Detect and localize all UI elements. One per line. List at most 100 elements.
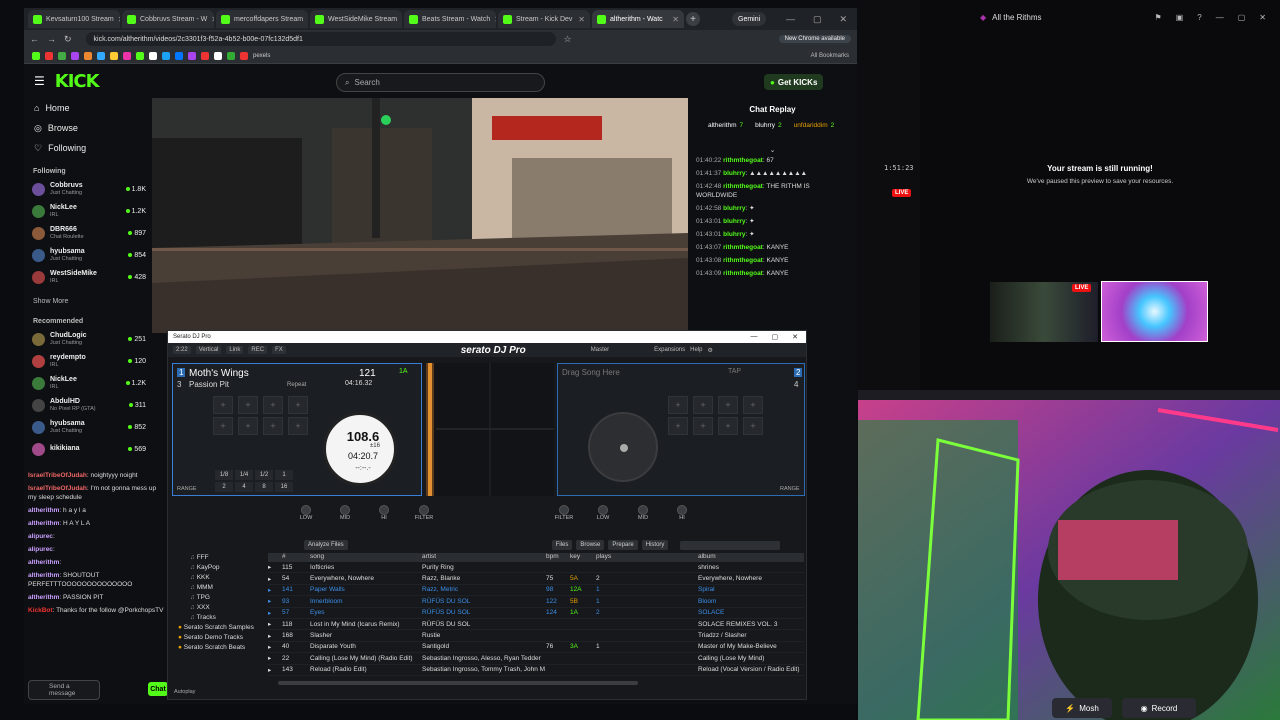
eq-knob[interactable]: FILTER	[552, 505, 576, 521]
channel-item[interactable]: WestSideMike IRL 428	[24, 266, 152, 288]
column-header[interactable]: bpm	[546, 553, 570, 562]
table-row[interactable]: ▸ 57 Eyes RÜFÜS DU SOL 124 1A 2 SOLACE	[268, 608, 804, 619]
platter[interactable]: 108.6 ±16 04:20.7 --:--.-	[323, 412, 397, 486]
gemini-button[interactable]: Gemini	[732, 12, 767, 26]
bookmark-pexels[interactable]: pexels	[253, 53, 270, 59]
horizontal-scrollbar[interactable]	[278, 681, 638, 685]
range-label[interactable]: RANGE	[177, 486, 197, 492]
close-icon[interactable]: ✕	[792, 333, 798, 341]
channel-item[interactable]: NickLee IRL 1.2K	[24, 372, 152, 394]
sidebar-item-browse[interactable]: ◎ Browse	[24, 118, 152, 138]
chat-username[interactable]: bluhrry	[723, 170, 745, 177]
chat-username[interactable]: KickBot	[28, 607, 53, 614]
layout-select[interactable]: Vertical	[195, 346, 222, 354]
column-header[interactable]: plays	[596, 553, 698, 562]
cue-pad[interactable]: +	[743, 396, 763, 414]
get-kicks-button[interactable]: ● Get KICKs	[764, 74, 824, 90]
chat-username[interactable]: rithmthegoat	[723, 183, 763, 190]
chat-username[interactable]: altherithm	[28, 572, 59, 579]
table-row[interactable]: ▸ 118 Lost in My Mind (Icarus Remix) RÜFÜS …	[268, 619, 804, 631]
bookmark-icon[interactable]	[227, 51, 235, 60]
crate-item[interactable]: ♫ Tracks	[172, 613, 260, 623]
chat-username[interactable]: rithmthegoat	[723, 244, 763, 251]
channel-item[interactable]: kikikiana 569	[24, 438, 152, 460]
crate-item[interactable]: ♫ KayPop	[172, 563, 260, 573]
table-row[interactable]: ▸ 141 Paper Walls Razz, Metric 98 12A 1 Spiral	[268, 585, 804, 597]
bookmark-icon[interactable]	[110, 51, 118, 60]
kick-logo[interactable]: KICK	[55, 71, 100, 92]
close-tab-icon[interactable]: ✕	[307, 15, 308, 24]
channel-item[interactable]: hyubsama Just Chatting 852	[24, 416, 152, 438]
load-track-icon[interactable]: ▸	[268, 632, 282, 640]
cue-pad[interactable]: +	[668, 417, 688, 435]
help-button[interactable]: Help	[690, 347, 702, 353]
column-header[interactable]: key	[570, 553, 596, 562]
loop-button[interactable]: 1	[275, 470, 293, 480]
load-track-icon[interactable]: ▸	[268, 643, 282, 651]
table-row[interactable]: ▸ 40 Disparate Youth Santigold 76 3A 1 Master o…	[268, 642, 804, 654]
back-icon[interactable]: ←	[30, 34, 39, 44]
browser-tab[interactable]: Stream - Kick Dev ✕	[498, 10, 590, 28]
load-track-icon[interactable]: ▸	[268, 597, 282, 605]
range-label[interactable]: RANGE	[780, 486, 800, 492]
bookmark-icon[interactable]	[32, 51, 40, 60]
all-bookmarks[interactable]: All Bookmarks	[811, 53, 849, 59]
cue-pad[interactable]: +	[213, 417, 233, 435]
chat-username[interactable]: rithmthegoat	[723, 157, 763, 164]
address-bar[interactable]: kick.com/altherithm/videos/2c3301f3-f52a…	[85, 32, 556, 46]
bookmark-icon[interactable]	[214, 51, 222, 60]
maximize-icon[interactable]: ▢	[1238, 13, 1246, 22]
eq-knob[interactable]: LOW	[591, 505, 615, 521]
crate-item[interactable]: ♫ FFF	[172, 553, 260, 563]
minimize-icon[interactable]: —	[751, 333, 758, 341]
load-track-icon[interactable]: ▸	[268, 666, 282, 674]
tap-button[interactable]: TAP	[728, 368, 741, 375]
chat-username[interactable]: rithmthegoat	[723, 257, 763, 264]
channel-item[interactable]: NickLee IRL 1.2K	[24, 200, 152, 222]
new-tab-button[interactable]: +	[686, 12, 700, 26]
eq-knob[interactable]: HI	[670, 505, 694, 521]
settings-icon[interactable]: ⚙	[707, 347, 712, 354]
browser-tab[interactable]: WestSideMike Stream✕	[310, 10, 402, 28]
crate-item[interactable]: ♫ XXX	[172, 603, 260, 613]
browser-tab[interactable]: Cobbruvs Stream - W✕	[122, 10, 214, 28]
platter[interactable]	[588, 412, 658, 482]
bookmark-star-icon[interactable]: ☆	[564, 34, 572, 45]
cue-pad[interactable]: +	[718, 396, 738, 414]
close-icon[interactable]: ✕	[839, 14, 847, 25]
column-header[interactable]: artist	[422, 553, 546, 562]
autoplay-button[interactable]: Autoplay	[174, 689, 195, 695]
table-row[interactable]: ▸ 93 Innerbloom RÜFÜS DU SOL 122 5B 1 Bloom	[268, 596, 804, 608]
bookmark-icon[interactable]	[240, 51, 248, 60]
cue-pad[interactable]: +	[238, 396, 258, 414]
channel-item[interactable]: reydempto IRL 120	[24, 350, 152, 372]
cue-pad[interactable]: +	[693, 396, 713, 414]
channel-item[interactable]: ChudLogic Just Chatting 251	[24, 328, 152, 350]
table-row[interactable]: ▸ 115 Iofticries Purity Ring shrines	[268, 562, 804, 574]
analyze-files-button[interactable]: Analyze Files	[304, 540, 348, 550]
browse-button[interactable]: Browse	[576, 540, 605, 550]
window-icon[interactable]: ▣	[1176, 13, 1184, 22]
crate-item[interactable]: ● Serato Demo Tracks	[172, 633, 260, 643]
channel-item[interactable]: AbdulHD No Pixel RP (GTA) 311	[24, 394, 152, 416]
cue-pad[interactable]: +	[288, 396, 308, 414]
column-header[interactable]: song	[310, 553, 422, 562]
browser-tab[interactable]: mercoffdapers Stream✕	[216, 10, 308, 28]
bookmark-icon[interactable]	[58, 51, 66, 60]
bookmark-icon[interactable]	[84, 51, 92, 60]
video-player[interactable]	[152, 98, 688, 333]
loop-button[interactable]: 4	[235, 482, 253, 492]
loop-button[interactable]: 8	[255, 482, 273, 492]
bookmark-icon[interactable]	[175, 51, 183, 60]
cue-pad[interactable]: +	[668, 396, 688, 414]
mosh-button[interactable]: ⚡ Mosh	[1052, 698, 1112, 718]
close-tab-icon[interactable]: ✕	[672, 15, 679, 24]
crate-item[interactable]: ● Serato Scratch Samples	[172, 623, 260, 633]
chat-username[interactable]: altherithm	[28, 559, 59, 566]
sidebar-item-home[interactable]: ⌂ Home	[24, 98, 152, 118]
loop-button[interactable]: 1/2	[255, 470, 273, 480]
cue-pad[interactable]: +	[718, 417, 738, 435]
loop-button[interactable]: 16	[275, 482, 293, 492]
bookmark-icon[interactable]	[71, 51, 79, 60]
bookmark-icon[interactable]	[149, 51, 157, 60]
